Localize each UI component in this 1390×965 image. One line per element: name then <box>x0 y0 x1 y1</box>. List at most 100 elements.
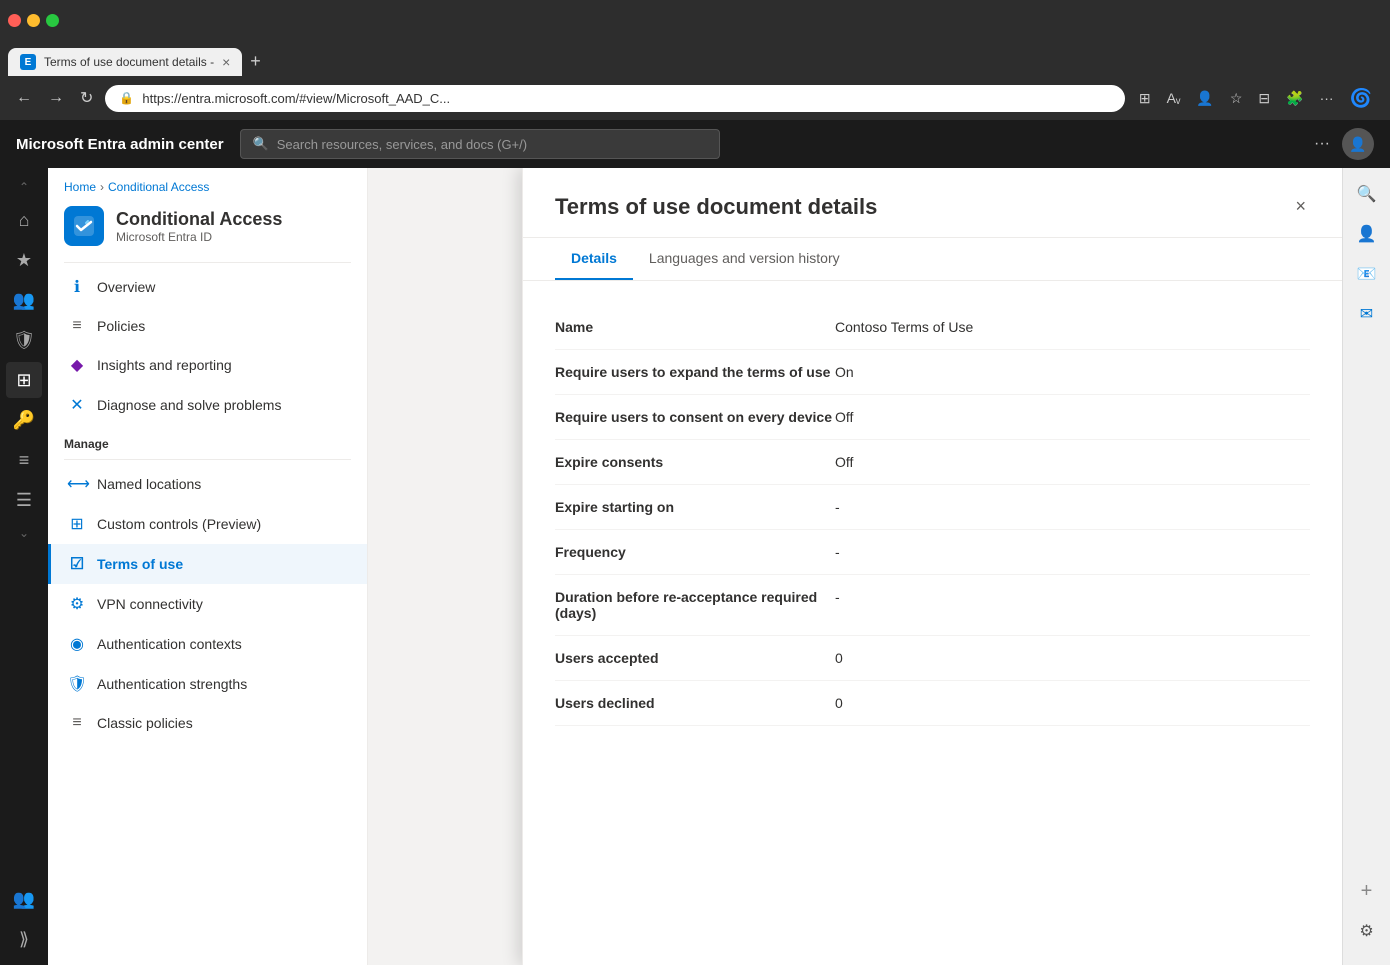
nav-item-insights-label: Insights and reporting <box>97 357 232 373</box>
detail-row-frequency: Frequency - <box>555 530 1310 575</box>
panel-header: Conditional Access Microsoft Entra ID <box>48 194 367 258</box>
nav-item-diagnose[interactable]: ✕ Diagnose and solve problems <box>48 385 367 425</box>
nav-item-terms-of-use[interactable]: ☑ Terms of use <box>48 544 367 584</box>
nav-item-policies[interactable]: ≡ Policies <box>48 307 367 345</box>
avatar[interactable]: 👤 <box>1342 128 1374 160</box>
sidebar-people-button[interactable]: 👥 <box>6 282 42 318</box>
reading-view-button[interactable]: Aᵥ <box>1161 86 1187 110</box>
lock-icon: 🔒 <box>119 91 134 105</box>
named-locations-icon: ⟷ <box>67 474 87 494</box>
edge-icon-button[interactable]: 🌀 <box>1344 84 1378 113</box>
right-sidebar-settings-button[interactable]: ⚙ <box>1349 913 1385 949</box>
forward-button[interactable]: → <box>44 85 68 111</box>
back-button[interactable]: ← <box>12 85 36 111</box>
detail-close-button[interactable]: × <box>1291 192 1310 221</box>
sidebar-list-button[interactable]: ≡ <box>6 442 42 478</box>
top-nav-right: ··· 👤 <box>1310 128 1374 160</box>
sidebar-bottom-chevron[interactable]: ⟫ <box>6 921 42 957</box>
nav-item-classic-policies-label: Classic policies <box>97 715 193 731</box>
tab-search-button[interactable]: ⊞ <box>1133 86 1157 111</box>
nav-item-auth-contexts-label: Authentication contexts <box>97 636 242 652</box>
nav-item-overview[interactable]: ℹ Overview <box>48 267 367 307</box>
right-sidebar-send-icon[interactable]: ✉ <box>1349 296 1385 332</box>
nav-item-auth-strengths[interactable]: 🛡 Authentication strengths <box>48 664 367 704</box>
nav-item-named-locations[interactable]: ⟷ Named locations <box>48 464 367 504</box>
panel-icon <box>64 206 104 246</box>
nav-item-classic-policies[interactable]: ≡ Classic policies <box>48 704 367 742</box>
nav-item-auth-contexts[interactable]: ◉ Authentication contexts <box>48 624 367 664</box>
nav-item-custom-controls-label: Custom controls (Preview) <box>97 516 261 532</box>
nav-item-insights[interactable]: ◆ Insights and reporting <box>48 345 367 385</box>
detail-label-duration: Duration before re-acceptance required (… <box>555 589 835 621</box>
detail-title: Terms of use document details <box>555 194 877 220</box>
sidebar-home-button[interactable]: ⌂ <box>6 202 42 238</box>
url-text: https://entra.microsoft.com/#view/Micros… <box>142 91 1110 106</box>
overview-icon: ℹ <box>67 277 87 297</box>
sidebar-favorites-button[interactable]: ★ <box>6 242 42 278</box>
detail-row-users-accepted: Users accepted 0 <box>555 636 1310 681</box>
right-sidebar-add-button[interactable]: + <box>1349 873 1385 909</box>
app-title: Microsoft Entra admin center <box>16 136 224 153</box>
tab-favicon: E <box>20 54 36 70</box>
app-container: Microsoft Entra admin center 🔍 Search re… <box>0 120 1390 965</box>
close-window-button[interactable] <box>8 14 21 27</box>
tab-languages[interactable]: Languages and version history <box>633 238 856 280</box>
search-bar-container[interactable]: 🔍 Search resources, services, and docs (… <box>240 129 720 159</box>
nav-divider-2 <box>64 459 351 460</box>
breadcrumb-section[interactable]: Conditional Access <box>108 180 209 194</box>
minimize-window-button[interactable] <box>27 14 40 27</box>
scroll-down-button[interactable]: ⌄ <box>15 522 33 544</box>
detail-label-require-consent: Require users to consent on every device <box>555 409 835 425</box>
breadcrumb-home[interactable]: Home <box>64 180 96 194</box>
detail-label-expire-consents: Expire consents <box>555 454 835 470</box>
panel-title: Conditional Access <box>116 209 282 230</box>
extensions-button[interactable]: 🧩 <box>1280 86 1309 111</box>
account-button[interactable]: 👤 <box>1190 86 1219 111</box>
sidebar-key-button[interactable]: 🔑 <box>6 402 42 438</box>
tab-bar: E Terms of use document details - × + <box>0 40 1390 76</box>
detail-label-users-declined: Users declined <box>555 695 835 711</box>
search-icon: 🔍 <box>253 136 269 152</box>
sidebar-list2-button[interactable]: ☰ <box>6 482 42 518</box>
browser-tools: ⊞ Aᵥ 👤 ☆ ⊟ 🧩 ··· 🌀 <box>1133 84 1378 113</box>
address-bar: ← → ↻ 🔒 https://entra.microsoft.com/#vie… <box>0 76 1390 120</box>
more-tools-button[interactable]: ··· <box>1314 86 1340 110</box>
sidebar-people2-button[interactable]: 👥 <box>6 881 42 917</box>
favorites-button[interactable]: ☆ <box>1224 86 1249 111</box>
breadcrumb-separator: › <box>100 180 104 194</box>
classic-policies-icon: ≡ <box>67 714 87 732</box>
detail-value-require-expand: On <box>835 364 854 380</box>
active-tab[interactable]: E Terms of use document details - × <box>8 48 242 76</box>
detail-value-name: Contoso Terms of Use <box>835 319 973 335</box>
url-bar[interactable]: 🔒 https://entra.microsoft.com/#view/Micr… <box>105 85 1124 112</box>
detail-tabs: Details Languages and version history <box>523 238 1342 281</box>
detail-label-users-accepted: Users accepted <box>555 650 835 666</box>
vpn-icon: ⚙ <box>67 594 87 614</box>
nav-item-vpn[interactable]: ⚙ VPN connectivity <box>48 584 367 624</box>
custom-controls-icon: ⊞ <box>67 514 87 534</box>
detail-label-require-expand: Require users to expand the terms of use <box>555 364 835 380</box>
manage-section-label: Manage <box>48 425 367 455</box>
ellipsis-icon[interactable]: ··· <box>1310 131 1334 157</box>
detail-value-require-consent: Off <box>835 409 853 425</box>
nav-item-custom-controls[interactable]: ⊞ Custom controls (Preview) <box>48 504 367 544</box>
scroll-up-button[interactable]: ⌃ <box>15 176 33 198</box>
nav-panel: Home › Conditional Access Conditional Ac… <box>48 168 368 965</box>
sidebar-shield-button[interactable]: 🛡 <box>6 322 42 358</box>
right-sidebar-outlook-icon[interactable]: 📧 <box>1349 256 1385 292</box>
refresh-button[interactable]: ↻ <box>76 84 97 112</box>
detail-label-frequency: Frequency <box>555 544 835 560</box>
right-sidebar-search-button[interactable]: 🔍 <box>1349 176 1385 212</box>
policies-icon: ≡ <box>67 317 87 335</box>
maximize-window-button[interactable] <box>46 14 59 27</box>
detail-value-duration: - <box>835 589 840 605</box>
tab-details[interactable]: Details <box>555 238 633 280</box>
collections-button[interactable]: ⊟ <box>1252 86 1276 111</box>
sidebar-grid-button[interactable]: ⊞ <box>6 362 42 398</box>
right-sidebar-purple-icon[interactable]: 👤 <box>1349 216 1385 252</box>
new-tab-button[interactable]: + <box>242 47 269 76</box>
detail-value-users-accepted: 0 <box>835 650 843 666</box>
detail-row-name: Name Contoso Terms of Use <box>555 305 1310 350</box>
detail-row-duration: Duration before re-acceptance required (… <box>555 575 1310 636</box>
tab-close-button[interactable]: × <box>222 54 230 70</box>
